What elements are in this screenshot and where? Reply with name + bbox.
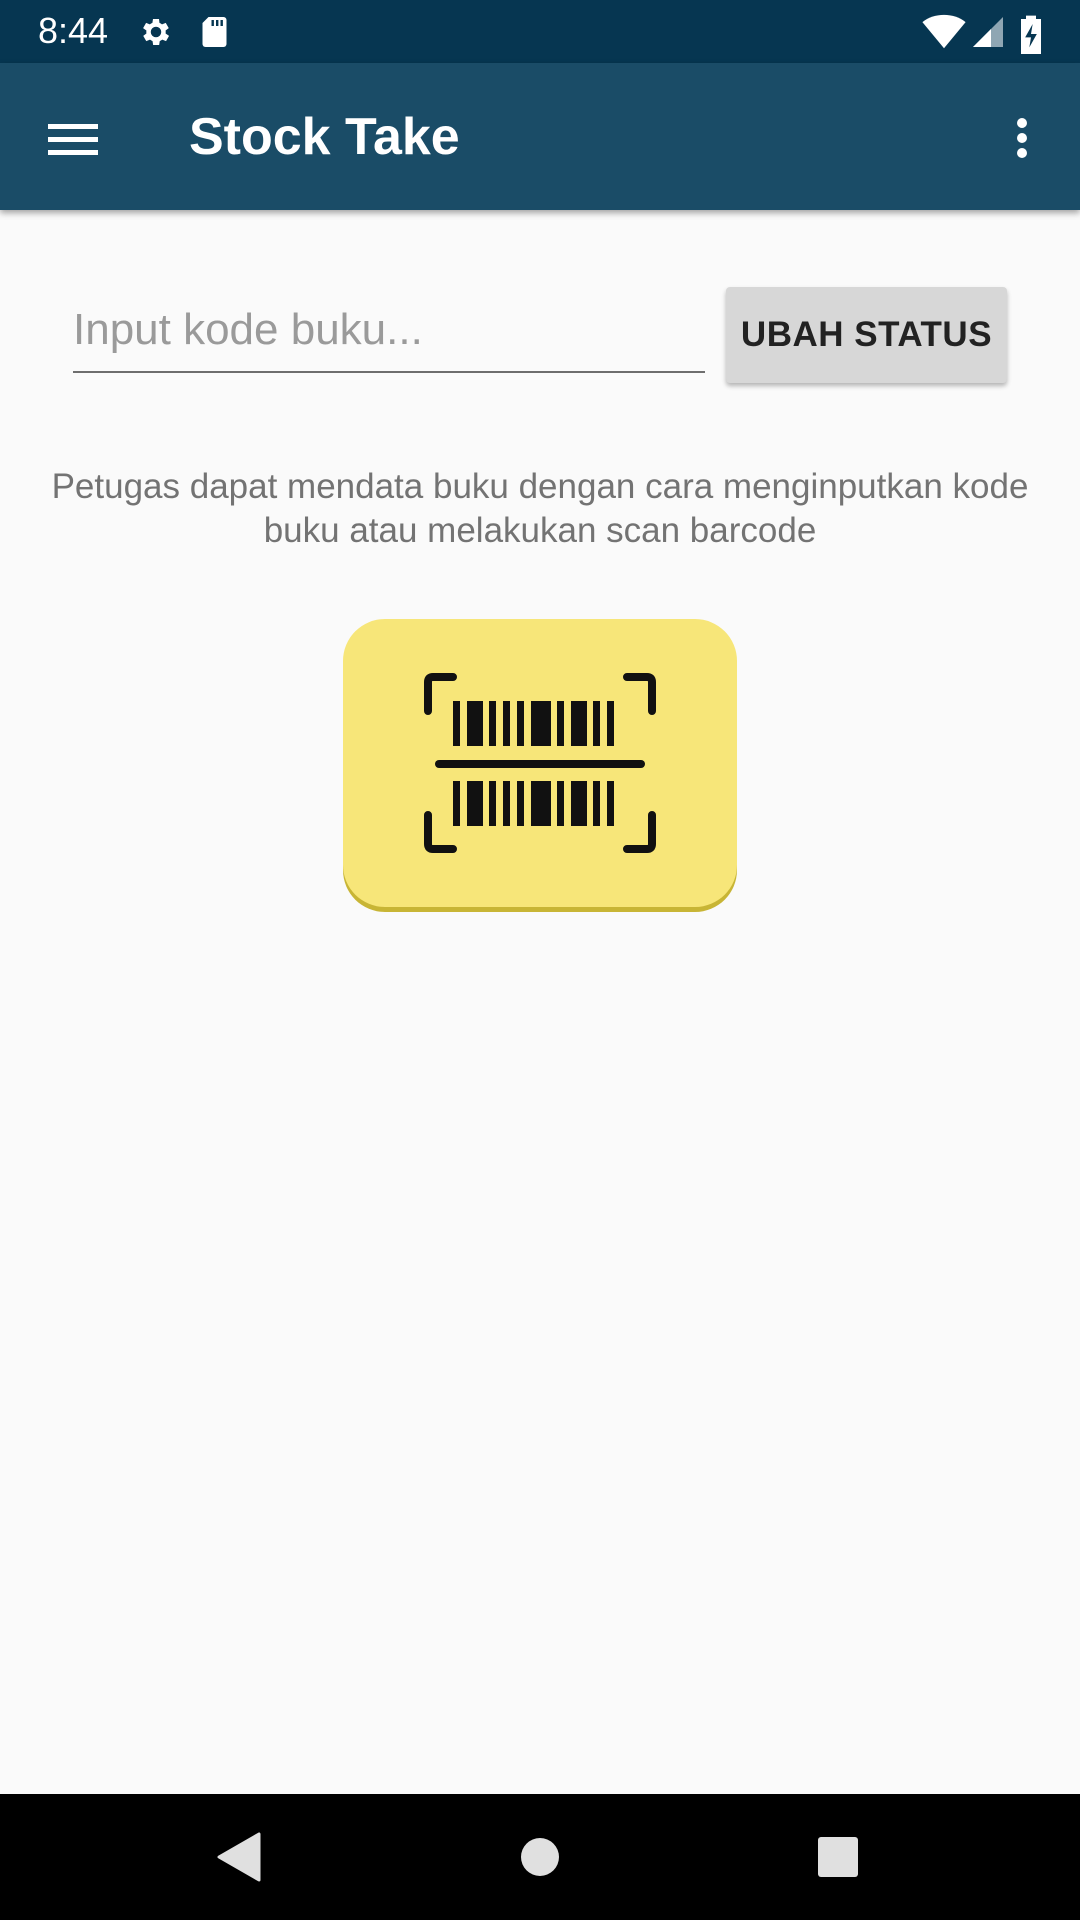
app-bar: Stock Take <box>0 63 1080 210</box>
home-icon[interactable] <box>505 1822 575 1892</box>
hamburger-menu-icon[interactable] <box>38 108 108 168</box>
recents-icon[interactable] <box>803 1822 873 1892</box>
gear-icon <box>138 14 174 50</box>
page-title: Stock Take <box>189 108 460 166</box>
barcode-scan-icon <box>424 673 656 853</box>
signal-icon <box>970 14 1006 50</box>
change-status-button[interactable]: UBAH STATUS <box>726 287 1007 383</box>
battery-charging-icon <box>1018 14 1044 54</box>
back-icon[interactable] <box>205 1822 275 1892</box>
book-code-field <box>73 295 705 373</box>
instruction-text: Petugas dapat mendata buku dengan cara m… <box>51 467 1029 550</box>
status-bar: 8:44 <box>0 0 1080 63</box>
book-code-input[interactable] <box>73 295 705 365</box>
more-vert-icon[interactable] <box>1000 108 1044 168</box>
sd-card-icon <box>198 14 234 50</box>
scan-barcode-button[interactable] <box>343 619 737 907</box>
navigation-bar <box>0 1794 1080 1920</box>
wifi-icon <box>922 14 966 50</box>
status-time: 8:44 <box>38 10 109 51</box>
